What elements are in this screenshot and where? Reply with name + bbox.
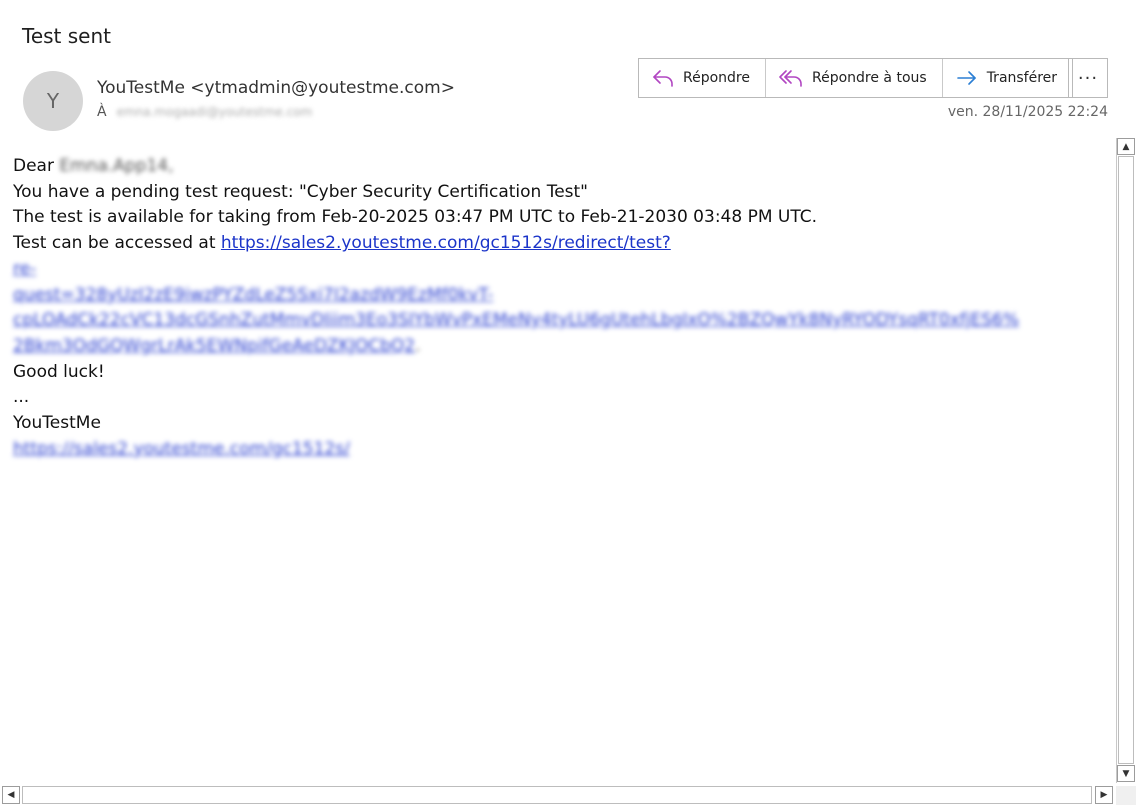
more-actions-button[interactable]: ··· (1068, 58, 1108, 98)
access-prefix: Test can be accessed at (13, 233, 221, 254)
avatar-initial: Y (46, 89, 60, 113)
scroll-right-button[interactable]: ▶ (1095, 786, 1113, 804)
chevron-right-icon: ▶ (1100, 790, 1108, 800)
test-link-continued[interactable]: cpLOAdCk22cVC13dcGSnhZutMmvDIiim3Eo3SIYb… (13, 308, 1103, 334)
reply-icon (653, 70, 673, 87)
signature-link-line[interactable]: https://sales2.youtestme.com/gc1512s/ (13, 437, 1103, 463)
horizontal-scrollbar[interactable]: ◀ ▶ (0, 786, 1116, 804)
forward-label: Transférer (986, 70, 1058, 86)
ellipsis-line: ... (13, 387, 30, 408)
recipient-name: Emna.App14, (59, 156, 174, 176)
test-link-part[interactable]: cpLOAdCk22cVC13dcGSnhZutMmvDIiim3Eo3SIYb… (13, 310, 1019, 330)
more-icon: ··· (1077, 67, 1099, 89)
greeting: Dear (13, 156, 54, 176)
test-link-continued[interactable]: 2Bkm3OdGQWgrLrAk5EWNpifGeAeDZKJOCbQ2. (13, 334, 1103, 360)
signature-name: YouTestMe (13, 413, 101, 434)
test-link-continued[interactable]: re- (13, 257, 1103, 283)
sender-avatar[interactable]: Y (23, 71, 83, 131)
horizontal-scroll-track[interactable] (22, 786, 1092, 804)
greeting-line: Dear Emna.App14, (13, 154, 1103, 180)
reply-label: Répondre (683, 70, 750, 86)
signature-link[interactable]: https://sales2.youtestme.com/gc1512s/ (13, 439, 350, 459)
body-line: You have a pending test request: "Cyber … (13, 181, 589, 202)
scroll-left-button[interactable]: ◀ (2, 786, 20, 804)
message-actions: Répondre Répondre à tous Transférer (638, 58, 1074, 98)
vertical-scrollbar[interactable]: ▲ ▼ (1116, 138, 1135, 783)
email-subject: Test sent (22, 24, 111, 48)
reply-all-icon (779, 70, 802, 87)
link-tail: . (415, 335, 421, 356)
reply-button[interactable]: Répondre (639, 59, 766, 97)
test-link-continued[interactable]: quest=328yUzI2zE9iwzPYZdLeZ5Sxi7I2azdW9E… (13, 283, 1103, 309)
scroll-up-button[interactable]: ▲ (1117, 138, 1135, 155)
forward-arrow-icon (956, 71, 976, 85)
reply-all-label: Répondre à tous (812, 70, 927, 86)
forward-button[interactable]: Transférer (942, 59, 1073, 97)
vertical-scroll-track[interactable] (1118, 156, 1134, 764)
message-body: Dear Emna.App14, You have a pending test… (13, 154, 1103, 462)
to-label: À (97, 104, 107, 120)
chevron-left-icon: ◀ (7, 790, 15, 800)
chevron-up-icon: ▲ (1122, 141, 1130, 152)
test-link-part[interactable]: re- (13, 259, 36, 279)
recipient-row: À emna.mogaadi@youtestme.com (97, 104, 312, 120)
access-line: Test can be accessed at https://sales2.y… (13, 231, 1103, 257)
message-date: ven. 28/11/2025 22:24 (947, 104, 1108, 120)
test-link[interactable]: https://sales2.youtestme.com/gc1512s/red… (221, 233, 671, 253)
scroll-down-button[interactable]: ▼ (1117, 765, 1135, 782)
test-link-part[interactable]: 2Bkm3OdGQWgrLrAk5EWNpifGeAeDZKJOCbQ2 (13, 336, 415, 356)
chevron-down-icon: ▼ (1122, 768, 1130, 779)
recipient-address[interactable]: emna.mogaadi@youtestme.com (117, 105, 313, 119)
scrollbar-corner (1116, 786, 1136, 805)
test-link-part[interactable]: quest=328yUzI2zE9iwzPYZdLeZ5Sxi7I2azdW9E… (13, 285, 493, 305)
sender-name[interactable]: YouTestMe <ytmadmin@youtestme.com> (97, 78, 455, 98)
reply-all-button[interactable]: Répondre à tous (766, 59, 943, 97)
good-luck-line: Good luck! (13, 361, 105, 382)
body-line: The test is available for taking from Fe… (13, 207, 818, 228)
